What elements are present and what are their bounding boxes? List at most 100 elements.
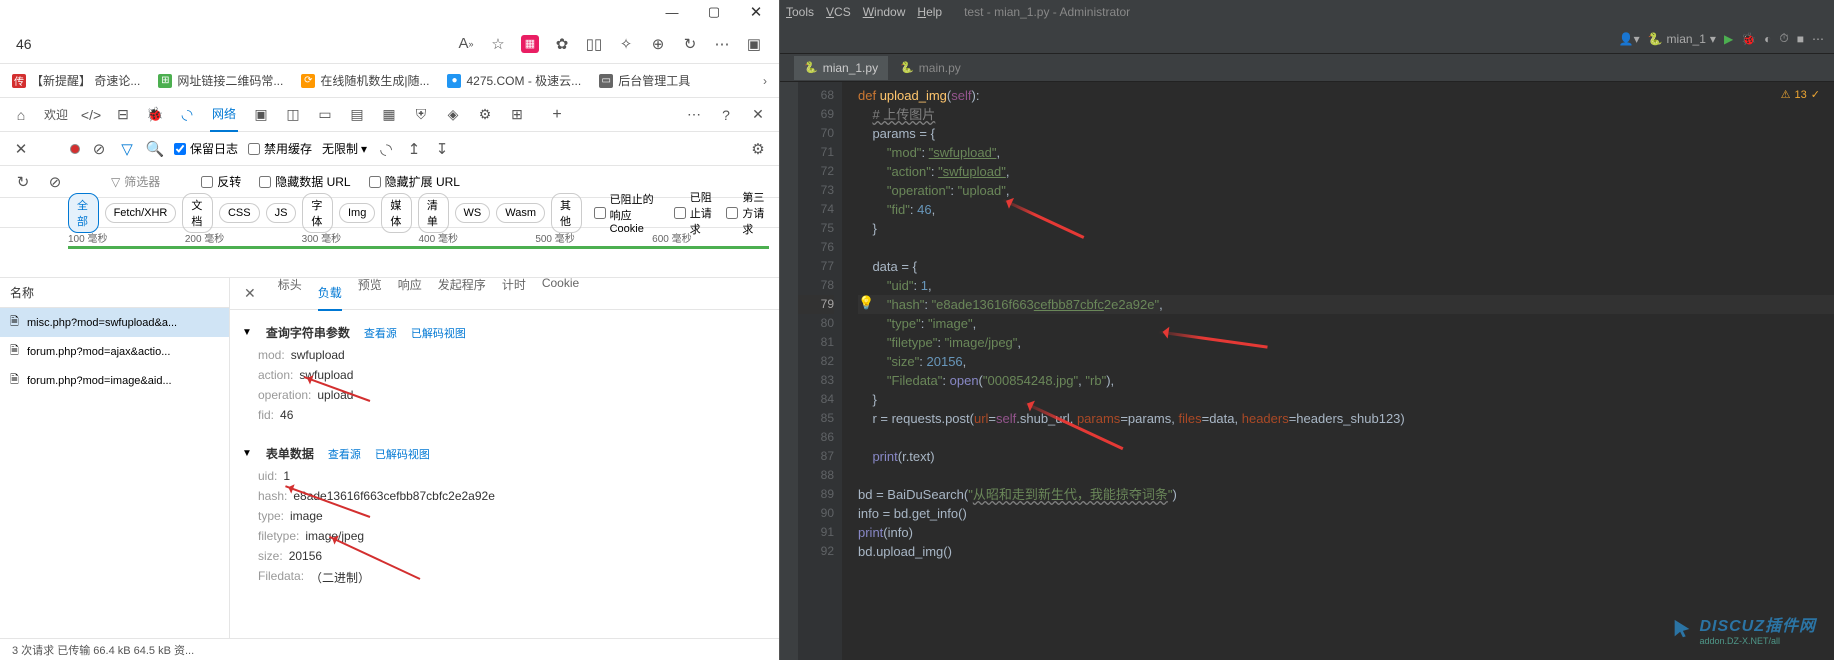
close-icon[interactable]: ✕ xyxy=(12,140,30,158)
tool-icon-7[interactable]: ⊞ xyxy=(508,106,526,124)
menu-window[interactable]: Window xyxy=(863,5,906,19)
query-params-heading[interactable]: 查询字符串参数 xyxy=(266,324,350,341)
editor-tab[interactable]: 🐍mian_1.py xyxy=(794,56,888,80)
sidebar-icon[interactable]: ▣ xyxy=(745,35,763,53)
coverage-button[interactable]: ◐ xyxy=(1764,32,1771,46)
type-filter-JS[interactable]: JS xyxy=(266,203,297,223)
overflow-icon[interactable]: ⋯ xyxy=(685,106,703,124)
menu-vcs[interactable]: VCS xyxy=(826,5,851,19)
filter-toggle-icon[interactable]: ▽ xyxy=(118,140,136,158)
run-button[interactable]: ▶ xyxy=(1724,32,1733,46)
network-tab[interactable]: 网络 xyxy=(210,97,238,132)
detail-tab-标头[interactable]: 标头 xyxy=(278,278,302,311)
request-row[interactable]: 🗎forum.php?mod=ajax&actio... xyxy=(0,337,229,366)
extension-icon[interactable]: ▦ xyxy=(521,35,539,53)
detail-tab-响应[interactable]: 响应 xyxy=(398,278,422,311)
editor-tab[interactable]: 🐍main.py xyxy=(890,56,971,80)
detail-tab-发起程序[interactable]: 发起程序 xyxy=(438,278,486,311)
reader-icon[interactable]: ▯▯ xyxy=(585,35,603,53)
filter-input[interactable]: ▽ 筛选器 xyxy=(104,169,167,194)
type-filter-Fetch/XHR[interactable]: Fetch/XHR xyxy=(105,203,177,223)
bookmark-item[interactable]: ▭后台管理工具 xyxy=(599,72,690,89)
wifi-throttle-icon[interactable]: ◟◝ xyxy=(377,140,395,158)
type-filter-全部[interactable]: 全部 xyxy=(68,193,99,233)
request-row[interactable]: 🗎forum.php?mod=image&aid... xyxy=(0,366,229,395)
code-editor[interactable]: def upload_img(self): # 上传图片 params = { … xyxy=(842,82,1834,660)
download-icon[interactable]: ↧ xyxy=(433,140,451,158)
close-devtools-icon[interactable]: ✕ xyxy=(749,106,767,124)
search-icon[interactable]: 🔍 xyxy=(146,140,164,158)
elements-icon[interactable]: </> xyxy=(82,106,100,124)
detail-tab-预览[interactable]: 预览 xyxy=(358,278,382,311)
type-filter-文档[interactable]: 文档 xyxy=(182,193,213,233)
tool-icon-2[interactable]: ▭ xyxy=(316,106,334,124)
sync-icon[interactable]: ⊕ xyxy=(649,35,667,53)
user-icon[interactable]: 👤▾ xyxy=(1619,32,1640,46)
refresh-icon[interactable]: ↻ xyxy=(14,173,32,191)
clear-icon[interactable]: ⊘ xyxy=(90,140,108,158)
shield-icon[interactable]: ⛨ xyxy=(412,106,430,124)
url-fragment[interactable]: 46 xyxy=(8,36,48,52)
debug-button[interactable]: 🐞 xyxy=(1741,32,1756,46)
bookmark-item[interactable]: 传【新提醒】 奇速论... xyxy=(12,72,140,89)
hide-exturl-checkbox[interactable]: 隐藏扩展 URL xyxy=(369,173,460,190)
view-source-link[interactable]: 查看源 xyxy=(364,325,397,341)
intention-bulb-icon[interactable]: 💡 xyxy=(858,295,874,311)
sources-icon[interactable]: ⊟ xyxy=(114,106,132,124)
help-icon[interactable]: ? xyxy=(717,106,735,124)
settings-icon[interactable]: ⚙ xyxy=(749,140,767,158)
welcome-tab[interactable]: 欢迎 xyxy=(44,106,68,123)
bookmark-item[interactable]: ⟳在线随机数生成|随... xyxy=(301,72,429,89)
preserve-log-checkbox[interactable]: 保留日志 xyxy=(174,140,238,157)
bug-icon[interactable]: 🐞 xyxy=(146,106,164,124)
wifi-icon[interactable]: ◟◝ xyxy=(178,106,196,124)
bookmark-item[interactable]: ⊞网址链接二维码常... xyxy=(158,72,283,89)
decoded-view-link[interactable]: 已解码视图 xyxy=(411,325,466,341)
warnings-badge[interactable]: ⚠ 13 ✓ xyxy=(1781,88,1820,101)
detail-tab-负载[interactable]: 负载 xyxy=(318,278,342,311)
add-tab-icon[interactable]: + xyxy=(548,106,566,124)
minimize-button[interactable]: — xyxy=(665,5,679,19)
throttle-dropdown[interactable]: 无限制 ▾ xyxy=(322,140,367,157)
type-filter-字体[interactable]: 字体 xyxy=(302,193,333,233)
decoded-view-link-2[interactable]: 已解码视图 xyxy=(375,446,430,462)
type-filter-Wasm[interactable]: Wasm xyxy=(496,203,545,223)
upload-icon[interactable]: ↥ xyxy=(405,140,423,158)
detail-tab-计时[interactable]: 计时 xyxy=(502,278,526,311)
tool-icon-4[interactable]: ▦ xyxy=(380,106,398,124)
record-button[interactable] xyxy=(70,144,80,154)
close-button[interactable]: ✕ xyxy=(749,5,763,19)
timeline[interactable]: 100 毫秒200 毫秒300 毫秒400 毫秒500 毫秒600 毫秒 xyxy=(0,228,779,278)
detail-tab-Cookie[interactable]: Cookie xyxy=(542,278,579,311)
close-details-icon[interactable]: ✕ xyxy=(238,285,262,302)
downloads-icon[interactable]: ↻ xyxy=(681,35,699,53)
tool-icon-1[interactable]: ◫ xyxy=(284,106,302,124)
invert-checkbox[interactable]: 反转 xyxy=(201,173,241,190)
more-button[interactable]: ⋯ xyxy=(1812,32,1824,46)
text-size-icon[interactable]: A» xyxy=(457,35,475,53)
block-icon[interactable]: ⊘ xyxy=(46,173,64,191)
type-filter-CSS[interactable]: CSS xyxy=(219,203,260,223)
hide-dataurl-checkbox[interactable]: 隐藏数据 URL xyxy=(259,173,350,190)
type-filter-其他[interactable]: 其他 xyxy=(551,193,582,233)
maximize-button[interactable]: ▢ xyxy=(707,5,721,19)
menu-tools[interactable]: Tools xyxy=(786,5,814,19)
home-icon[interactable]: ⌂ xyxy=(12,106,30,124)
puzzle-icon[interactable]: ✿ xyxy=(553,35,571,53)
menu-help[interactable]: Help xyxy=(917,5,942,19)
disable-cache-checkbox[interactable]: 禁用缓存 xyxy=(248,140,312,157)
tool-icon-3[interactable]: ▤ xyxy=(348,106,366,124)
view-source-link-2[interactable]: 查看源 xyxy=(328,446,361,462)
more-icon[interactable]: ⋯ xyxy=(713,35,731,53)
favorite-icon[interactable]: ☆ xyxy=(489,35,507,53)
type-filter-清单[interactable]: 清单 xyxy=(418,193,449,233)
profile-button[interactable]: ⏱ xyxy=(1779,31,1788,46)
bookmarks-overflow[interactable]: › xyxy=(763,74,767,88)
request-row[interactable]: 🗎misc.php?mod=swfupload&a... xyxy=(0,308,229,337)
tool-icon-6[interactable]: ⚙ xyxy=(476,106,494,124)
run-config-selector[interactable]: 🐍 mian_1 ▾ xyxy=(1648,32,1716,46)
type-filter-媒体[interactable]: 媒体 xyxy=(381,193,412,233)
collections-icon[interactable]: ✧ xyxy=(617,35,635,53)
type-filter-WS[interactable]: WS xyxy=(455,203,491,223)
type-filter-Img[interactable]: Img xyxy=(339,203,375,223)
